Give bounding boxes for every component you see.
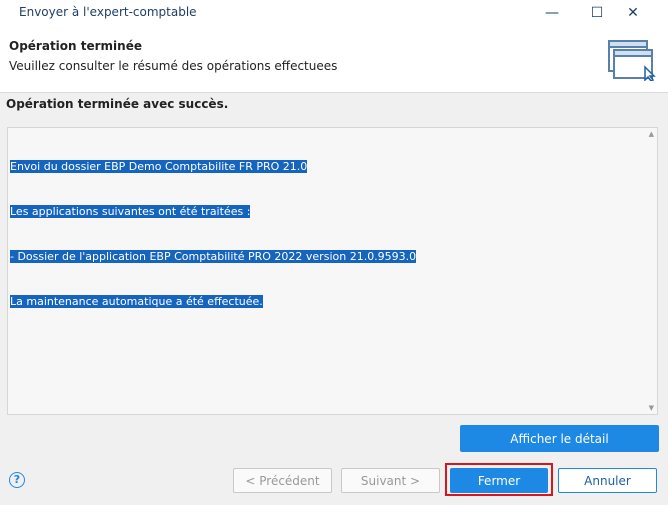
previous-button[interactable]: < Précédent	[233, 468, 332, 493]
minimize-button[interactable]: —	[532, 0, 572, 26]
next-button[interactable]: Suivant >	[341, 468, 440, 493]
scroll-down-icon[interactable]: ▼	[649, 404, 654, 412]
header-subtitle: Veuillez consulter le résumé des opérati…	[9, 59, 338, 73]
cancel-button[interactable]: Annuler	[558, 468, 657, 493]
header-title: Opération terminée	[9, 39, 142, 53]
log-line: Envoi du dossier EBP Demo Comptabilite F…	[10, 160, 308, 173]
operation-log-textarea[interactable]: Envoi du dossier EBP Demo Comptabilite F…	[7, 127, 658, 415]
close-button[interactable]: Fermer	[450, 468, 548, 493]
help-icon[interactable]: ?	[9, 472, 25, 488]
log-content: Envoi du dossier EBP Demo Comptabilite F…	[10, 129, 417, 339]
show-details-button[interactable]: Afficher le détail	[460, 425, 659, 452]
status-message: Opération terminée avec succès.	[6, 97, 229, 111]
wizard-header: Opération terminée Veuillez consulter le…	[0, 26, 668, 93]
window-cursor-icon	[608, 40, 656, 81]
log-line: - Dossier de l'application EBP Comptabil…	[10, 250, 417, 263]
title-bar: Envoyer à l'expert-comptable — ☐ ✕	[0, 0, 668, 26]
maximize-button[interactable]: ☐	[577, 0, 617, 26]
close-window-button[interactable]: ✕	[613, 0, 653, 26]
scroll-up-icon[interactable]: ▲	[649, 130, 654, 138]
log-line: Les applications suivantes ont été trait…	[10, 205, 251, 218]
log-line: La maintenance automatique a été effectu…	[10, 295, 263, 308]
window-title: Envoyer à l'expert-comptable	[19, 5, 197, 19]
